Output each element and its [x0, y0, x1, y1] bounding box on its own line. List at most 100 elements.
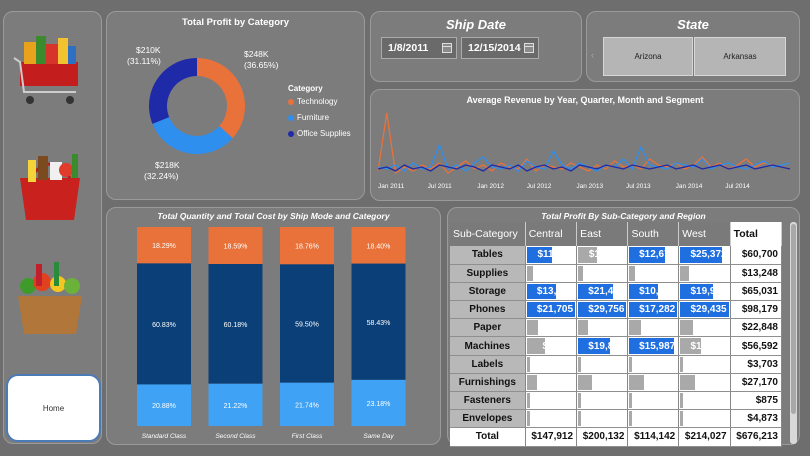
row-total: $4,873	[730, 409, 783, 429]
row-label: Fasteners	[450, 391, 526, 411]
matrix-cell[interactable]: $1,391	[525, 409, 578, 429]
matrix-cell[interactable]: $13,343	[525, 282, 578, 302]
matrix-cell[interactable]: $19,960	[678, 282, 731, 302]
table-row[interactable]: Storage $13,343 $21,412 $10,317 $19,960 $65,0…	[450, 282, 783, 302]
matrix-header-central[interactable]: Central	[525, 222, 578, 246]
matrix-cell[interactable]: $8,592	[576, 373, 629, 393]
matrix-title: Total Profit By Sub-Category and Region	[541, 211, 706, 221]
end-date-input[interactable]: 12/15/2014	[461, 37, 539, 59]
matrix-cell[interactable]: $1,222	[678, 409, 731, 429]
matrix-cell[interactable]: $19,832	[576, 336, 629, 356]
cell-value: $19,960	[690, 285, 727, 297]
table-row[interactable]: Paper $5,013 $5,867 $4,014 $7,954 $22,848	[450, 318, 783, 338]
data-bar	[629, 393, 633, 409]
line-series-2[interactable]	[377, 143, 791, 172]
matrix-cell[interactable]: $11,148	[525, 246, 578, 265]
table-row[interactable]: Phones $21,705 $29,756 $17,282 $29,435 $98,17…	[450, 300, 783, 320]
matrix-cell[interactable]: $12,678	[627, 246, 680, 265]
matrix-header-west[interactable]: West	[678, 222, 731, 246]
total-label: Total	[450, 427, 526, 447]
shopping-cart-image[interactable]	[10, 28, 90, 118]
matrix-cell[interactable]: $4,538	[525, 373, 578, 393]
line-series-1[interactable]	[377, 112, 791, 175]
column-total: $214,027	[678, 427, 731, 447]
matrix-cell[interactable]: $12,733	[678, 336, 731, 356]
matrix-cell[interactable]: $8,039	[525, 336, 578, 356]
donut-slice-furniture[interactable]	[152, 117, 233, 154]
row-total: $13,248	[730, 264, 783, 283]
donut-label-technology-pct: (36.65%)	[244, 60, 279, 70]
grocery-basket-image[interactable]	[10, 252, 90, 342]
legend-item-office-supplies[interactable]: Office Supplies	[288, 129, 351, 138]
table-row[interactable]: Labels $735 $759 $706 $1,502 $3,703	[450, 355, 783, 374]
state-option-arizona[interactable]: Arizona	[603, 37, 693, 76]
matrix-cell[interactable]: $270	[678, 391, 731, 411]
donut-slice-technology[interactable]	[197, 58, 245, 139]
table-row[interactable]: Fasteners $233 $221 $150 $270 $875	[450, 391, 783, 411]
matrix-header-south[interactable]: South	[627, 222, 680, 246]
matrix-cell[interactable]: $15,987	[627, 336, 680, 356]
data-bar	[680, 411, 684, 427]
matrix-cell[interactable]: $21,705	[525, 300, 578, 320]
cell-value: $11,502	[588, 249, 625, 261]
matrix-cell[interactable]: $10,317	[627, 282, 680, 302]
matrix-cell[interactable]: $1,313	[576, 409, 629, 429]
shopping-basket-image[interactable]	[10, 140, 90, 230]
table-row[interactable]: Supplies $2,827 $2,991 $1,996 $5,434 $13,248	[450, 264, 783, 283]
matrix-cell[interactable]: $7,954	[678, 318, 731, 338]
matrix-scrollbar[interactable]	[790, 222, 797, 444]
table-row[interactable]: Furnishings $4,538 $8,592 $5,159 $8,881 $27,1…	[450, 373, 783, 393]
matrix-cell[interactable]: $150	[627, 391, 680, 411]
matrix-cell[interactable]: $1,996	[627, 264, 680, 283]
matrix-cell[interactable]: $735	[525, 355, 578, 374]
calendar-icon[interactable]	[524, 43, 534, 53]
data-bar	[629, 411, 633, 427]
matrix-cell[interactable]: $2,827	[525, 264, 578, 283]
start-date-input[interactable]: 1/8/2011	[381, 37, 457, 59]
data-bar	[629, 320, 641, 336]
legend-item-technology[interactable]: Technology	[288, 97, 337, 106]
matrix-cell[interactable]: $946	[627, 409, 680, 429]
matrix-cell[interactable]: $8,881	[678, 373, 731, 393]
cell-value: $270	[704, 395, 727, 407]
matrix-header-east[interactable]: East	[576, 222, 629, 246]
segment-label: 58.43%	[367, 320, 391, 327]
matrix-cell[interactable]: $17,282	[627, 300, 680, 320]
cell-value: $2,991	[593, 267, 625, 279]
matrix-cell[interactable]: $5,867	[576, 318, 629, 338]
legend-item-furniture[interactable]: Furniture	[288, 113, 329, 122]
matrix-cell[interactable]: $21,412	[576, 282, 629, 302]
cell-value: $1,222	[696, 413, 727, 425]
matrix-cell[interactable]: $706	[627, 355, 680, 374]
cell-value: $25,372	[690, 249, 727, 261]
cell-value: $21,705	[536, 304, 574, 316]
matrix-cell[interactable]: $25,372	[678, 246, 731, 265]
cell-value: $759	[602, 358, 625, 370]
state-scroll-left-icon[interactable]: ‹	[591, 50, 594, 60]
table-row[interactable]: Envelopes $1,391 $1,313 $946 $1,222 $4,873	[450, 409, 783, 429]
matrix-cell[interactable]: $4,014	[627, 318, 680, 338]
matrix-cell[interactable]: $11,502	[576, 246, 629, 265]
table-row[interactable]: Machines $8,039 $19,832 $15,987 $12,733 $56,5…	[450, 336, 783, 356]
matrix-cell[interactable]: $233	[525, 391, 578, 411]
donut-slice-office-supplies[interactable]	[149, 58, 197, 124]
matrix-cell[interactable]: $5,013	[525, 318, 578, 338]
category-label: Standard Class	[142, 433, 187, 440]
state-option-arkansas[interactable]: Arkansas	[694, 37, 786, 76]
matrix-cell[interactable]: $5,434	[678, 264, 731, 283]
calendar-icon[interactable]	[442, 43, 452, 53]
matrix-cell[interactable]: $29,435	[678, 300, 731, 320]
matrix-header-total[interactable]: Total	[730, 222, 783, 246]
matrix-cell[interactable]: $759	[576, 355, 629, 374]
matrix-cell[interactable]: $2,991	[576, 264, 629, 283]
table-row[interactable]: Tables $11,148 $11,502 $12,678 $25,372 $60,70…	[450, 246, 783, 265]
cell-value: $8,592	[593, 376, 625, 388]
matrix-cell[interactable]: $29,756	[576, 300, 629, 320]
matrix-cell[interactable]: $5,159	[627, 373, 680, 393]
donut-label-office-pct: (31.11%)	[127, 56, 161, 66]
matrix-header-subcategory[interactable]: Sub-Category▼	[450, 222, 526, 246]
home-button[interactable]: Home	[6, 374, 101, 442]
matrix-cell[interactable]: $221	[576, 391, 629, 411]
matrix-scrollbar-thumb[interactable]	[791, 224, 796, 414]
matrix-cell[interactable]: $1,502	[678, 355, 731, 374]
